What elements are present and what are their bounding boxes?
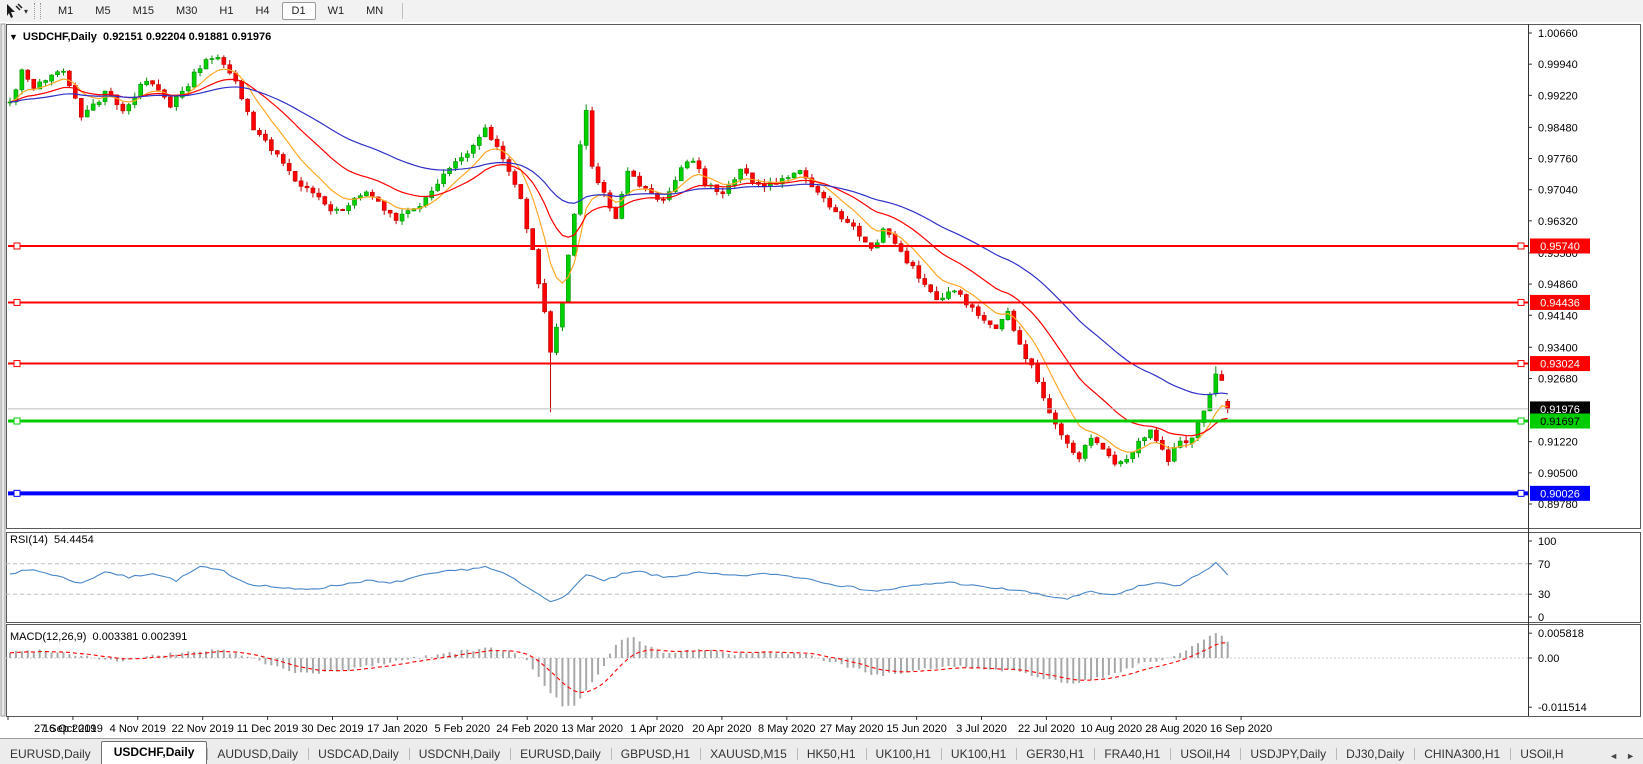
chart-tab-dj30-daily[interactable]: DJ30,Daily bbox=[1336, 744, 1414, 764]
svg-text:24 Feb 2020: 24 Feb 2020 bbox=[496, 723, 558, 735]
svg-text:22 Jul 2020: 22 Jul 2020 bbox=[1018, 723, 1075, 735]
svg-text:1 Apr 2020: 1 Apr 2020 bbox=[630, 723, 683, 735]
svg-text:0.94436: 0.94436 bbox=[1540, 297, 1580, 309]
timeframe-button-m1[interactable]: M1 bbox=[48, 2, 83, 20]
crosshair-cursor-icon[interactable] bbox=[4, 3, 24, 19]
svg-text:0.93024: 0.93024 bbox=[1540, 359, 1580, 371]
svg-text:70: 70 bbox=[1538, 559, 1550, 571]
timeframe-button-m15[interactable]: M15 bbox=[123, 2, 164, 20]
chart-tab-ger30-h1[interactable]: GER30,H1 bbox=[1016, 744, 1094, 764]
chart-tab-uk100-h1[interactable]: UK100,H1 bbox=[865, 744, 941, 764]
svg-text:0.92680: 0.92680 bbox=[1538, 373, 1578, 385]
chart-tab-eurusd-daily[interactable]: EURUSD,Daily bbox=[510, 744, 611, 764]
rsi-name: RSI(14) bbox=[10, 534, 48, 546]
timeframe-button-h1[interactable]: H1 bbox=[209, 2, 243, 20]
svg-text:13 Mar 2020: 13 Mar 2020 bbox=[561, 723, 623, 735]
svg-text:30 Dec 2019: 30 Dec 2019 bbox=[301, 723, 363, 735]
svg-text:0.91697: 0.91697 bbox=[1540, 416, 1580, 428]
chart-title: ▼ USDCHF,Daily 0.92151 0.92204 0.91881 0.… bbox=[9, 31, 271, 43]
svg-text:11 Dec 2019: 11 Dec 2019 bbox=[237, 723, 299, 735]
chart-tab-usdcnh-daily[interactable]: USDCNH,Daily bbox=[408, 744, 510, 764]
svg-text:0.98480: 0.98480 bbox=[1538, 122, 1578, 134]
macd-indicator-label: MACD(12,26,9) 0.003381 0.002391 bbox=[10, 631, 187, 643]
timeframe-button-h4[interactable]: H4 bbox=[245, 2, 279, 20]
svg-text:0.005818: 0.005818 bbox=[1538, 628, 1584, 640]
svg-text:15 Jun 2020: 15 Jun 2020 bbox=[886, 723, 947, 735]
svg-text:3 Jul 2020: 3 Jul 2020 bbox=[956, 723, 1007, 735]
chart-tab-usdjpy-daily[interactable]: USDJPY,Daily bbox=[1240, 744, 1336, 764]
chart-tab-hk50-h1[interactable]: HK50,H1 bbox=[796, 744, 866, 764]
svg-text:4 Nov 2019: 4 Nov 2019 bbox=[110, 723, 166, 735]
svg-text:30: 30 bbox=[1538, 589, 1550, 601]
tab-scroll-right-icon[interactable]: ► bbox=[1626, 751, 1635, 761]
chart-window: 1.00660 0.99940 0.99220 0.98480 0.97760 0.970… bbox=[0, 22, 1643, 738]
macd-name: MACD(12,26,9) bbox=[10, 631, 87, 643]
tool-dropdown-caret-icon[interactable]: ▾ bbox=[24, 7, 28, 16]
svg-text:0.91220: 0.91220 bbox=[1538, 437, 1578, 449]
chart-tab-china300-h1[interactable]: CHINA300,H1 bbox=[1414, 744, 1510, 764]
rsi-indicator-label: RSI(14) 54.4454 bbox=[10, 534, 94, 546]
timeframe-buttons: M1 M5 M15 M30 H1 H4 D1 W1 MN bbox=[47, 2, 394, 20]
svg-text:0.94140: 0.94140 bbox=[1538, 310, 1578, 322]
timeframe-button-w1[interactable]: W1 bbox=[318, 2, 355, 20]
timeframe-button-mn[interactable]: MN bbox=[356, 2, 393, 20]
toolbar-grip-handle[interactable] bbox=[34, 3, 42, 19]
rsi-value: 54.4454 bbox=[54, 534, 94, 546]
chart-canvas[interactable]: 1.00660 0.99940 0.99220 0.98480 0.97760 0.970… bbox=[0, 22, 1643, 738]
svg-text:20 Apr 2020: 20 Apr 2020 bbox=[692, 723, 751, 735]
chart-tab-eurusd-daily[interactable]: EURUSD,Daily bbox=[0, 744, 101, 764]
chart-tab-xauusd-m15[interactable]: XAUUSD,M15 bbox=[700, 744, 797, 764]
svg-text:0.90026: 0.90026 bbox=[1540, 488, 1580, 500]
svg-text:0.95740: 0.95740 bbox=[1540, 241, 1580, 253]
svg-text:0: 0 bbox=[1538, 612, 1544, 624]
svg-text:0.94860: 0.94860 bbox=[1538, 279, 1578, 291]
svg-text:16 Oct 2019: 16 Oct 2019 bbox=[43, 723, 103, 735]
timeframe-button-m30[interactable]: M30 bbox=[166, 2, 207, 20]
svg-text:100: 100 bbox=[1538, 536, 1556, 548]
svg-text:0.00: 0.00 bbox=[1538, 653, 1559, 665]
tab-scroll-controls: ◄ ► bbox=[1605, 751, 1643, 764]
svg-text:8 May 2020: 8 May 2020 bbox=[758, 723, 815, 735]
svg-text:0.93400: 0.93400 bbox=[1538, 342, 1578, 354]
svg-text:0.97760: 0.97760 bbox=[1538, 154, 1578, 166]
svg-text:-0.011514: -0.011514 bbox=[1538, 702, 1587, 714]
svg-text:28 Aug 2020: 28 Aug 2020 bbox=[1145, 723, 1207, 735]
svg-text:16 Sep 2020: 16 Sep 2020 bbox=[1210, 723, 1272, 735]
svg-text:1.00660: 1.00660 bbox=[1538, 28, 1578, 40]
chart-tab-uk100-h1[interactable]: UK100,H1 bbox=[940, 744, 1016, 764]
tab-scroll-left-icon[interactable]: ◄ bbox=[1609, 751, 1618, 761]
macd-values: 0.003381 0.002391 bbox=[92, 631, 188, 643]
chart-tab-fra40-h1[interactable]: FRA40,H1 bbox=[1094, 744, 1170, 764]
timeframe-toolbar: ▾ M1 M5 M15 M30 H1 H4 D1 W1 MN bbox=[0, 0, 1643, 23]
svg-text:22 Nov 2019: 22 Nov 2019 bbox=[172, 723, 234, 735]
svg-text:0.99220: 0.99220 bbox=[1538, 90, 1578, 102]
timeframe-button-m5[interactable]: M5 bbox=[85, 2, 120, 20]
chart-tab-gbpusd-h1[interactable]: GBPUSD,H1 bbox=[610, 744, 700, 764]
chart-tab-usoil-h[interactable]: USOil,H bbox=[1510, 744, 1573, 764]
chart-symbol-label: USDCHF,Daily bbox=[22, 31, 97, 43]
timeframe-button-d1[interactable]: D1 bbox=[281, 2, 316, 20]
chart-tab-audusd-daily[interactable]: AUDUSD,Daily bbox=[207, 744, 308, 764]
svg-text:0.97040: 0.97040 bbox=[1538, 185, 1578, 197]
chart-tab-usoil-h4[interactable]: USOil,H4 bbox=[1170, 744, 1240, 764]
collapse-caret-icon[interactable]: ▼ bbox=[9, 32, 18, 42]
svg-text:27 May 2020: 27 May 2020 bbox=[820, 723, 884, 735]
svg-text:17 Jan 2020: 17 Jan 2020 bbox=[367, 723, 428, 735]
chart-tab-usdchf-daily[interactable]: USDCHF,Daily bbox=[100, 741, 208, 764]
chart-tab-usdcad-daily[interactable]: USDCAD,Daily bbox=[308, 744, 409, 764]
chart-frame bbox=[0, 22, 1643, 738]
svg-text:5 Feb 2020: 5 Feb 2020 bbox=[434, 723, 490, 735]
svg-text:10 Aug 2020: 10 Aug 2020 bbox=[1080, 723, 1142, 735]
svg-text:0.90500: 0.90500 bbox=[1538, 468, 1578, 480]
svg-text:0.96320: 0.96320 bbox=[1538, 216, 1578, 228]
svg-text:0.99940: 0.99940 bbox=[1538, 59, 1578, 71]
toolbar-separator bbox=[402, 3, 404, 19]
trading-app-window: ▾ M1 M5 M15 M30 H1 H4 D1 W1 MN 1.00660 0.99940 0.9… bbox=[0, 0, 1643, 764]
chart-ohlc-values: 0.92151 0.92204 0.91881 0.91976 bbox=[103, 31, 272, 43]
chart-tab-bar: EURUSD,Daily USDCHF,Daily AUDUSD,Daily USDC… bbox=[0, 738, 1643, 764]
